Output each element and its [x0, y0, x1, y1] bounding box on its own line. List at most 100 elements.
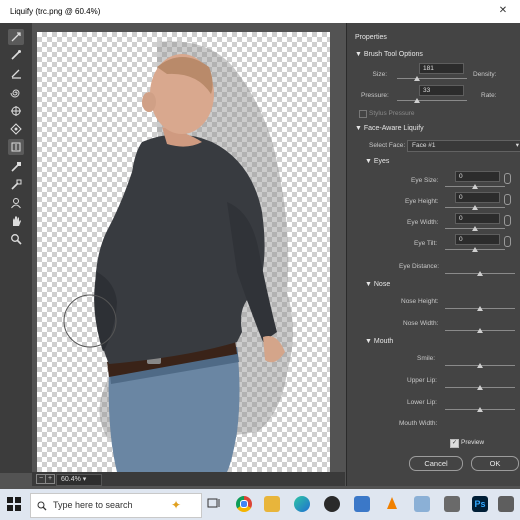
window-title: Liquify (trc.png @ 60.4%) [10, 7, 101, 16]
task-view-icon[interactable] [206, 496, 222, 512]
eye-size-slider-thumb[interactable] [472, 184, 478, 189]
eye-tilt-slider-thumb[interactable] [472, 247, 478, 252]
density-label: Density: [473, 71, 497, 78]
eye-width-label: Eye Width: [407, 219, 439, 226]
bloat-tool-icon[interactable] [8, 121, 24, 137]
paint-icon[interactable] [414, 496, 430, 512]
panel-title: Properties [355, 34, 387, 41]
zoom-level-value: 60.4% [61, 476, 81, 483]
stylus-pressure-label: Stylus Pressure [369, 110, 415, 117]
nose-width-label: Nose Width: [403, 320, 439, 327]
image-canvas[interactable] [37, 32, 330, 472]
eye-width-input[interactable]: 0 [455, 213, 500, 224]
file-explorer-icon[interactable] [264, 496, 280, 512]
chevron-down-icon: ▾ [515, 142, 519, 149]
size-label: Size: [372, 71, 387, 78]
app-icon[interactable] [444, 496, 460, 512]
eyes-header[interactable]: ▼ Eyes [365, 158, 389, 165]
eye-tilt-input[interactable]: 0 [455, 234, 500, 245]
window-title-bar: Liquify (trc.png @ 60.4%) ✕ [0, 0, 520, 23]
mouth-width-label: Mouth Width: [399, 420, 438, 427]
pucker-tool-icon[interactable] [8, 103, 24, 119]
hand-tool-icon[interactable] [8, 213, 24, 229]
lower-lip-slider-thumb[interactable] [477, 407, 483, 412]
face-aware-section-header[interactable]: ▼ Face-Aware Liquify [355, 125, 424, 132]
zoom-level-dropdown[interactable]: 60.4% ▾ [56, 474, 102, 486]
vlc-icon[interactable] [384, 496, 400, 512]
eye-distance-slider-thumb[interactable] [477, 271, 483, 276]
taskbar-search-box[interactable]: Type here to search ✦ [30, 493, 202, 518]
eye-width-slider-thumb[interactable] [472, 226, 478, 231]
media-icon[interactable] [498, 496, 514, 512]
mail-icon[interactable] [354, 496, 370, 512]
search-icon [37, 494, 47, 517]
zoom-tool-icon[interactable] [8, 231, 24, 247]
push-left-tool-icon[interactable] [8, 139, 24, 155]
sparkle-icon: ✦ [171, 498, 182, 512]
canvas-area [32, 23, 345, 473]
select-face-label: Select Face: [369, 142, 406, 149]
smile-slider-thumb[interactable] [477, 363, 483, 368]
obs-icon[interactable] [324, 496, 340, 512]
eye-distance-label: Eye Distance: [399, 263, 440, 270]
edge-icon[interactable] [294, 496, 310, 512]
close-window-button[interactable]: ✕ [490, 3, 516, 19]
thaw-mask-tool-icon[interactable] [8, 177, 24, 193]
eye-tilt-label: Eye Tilt: [414, 240, 438, 247]
face-tool-icon[interactable] [8, 195, 24, 211]
link-eye-tilt-icon[interactable] [504, 236, 511, 247]
smooth-tool-icon[interactable] [8, 65, 24, 81]
photoshop-icon[interactable]: Ps [472, 496, 488, 512]
smile-label: Smile: [417, 355, 436, 362]
upper-lip-label: Upper Lip: [407, 377, 437, 384]
nose-height-slider-thumb[interactable] [477, 306, 483, 311]
eye-height-slider-thumb[interactable] [472, 205, 478, 210]
photo-illustration [63, 41, 293, 472]
eye-size-input[interactable]: 0 [455, 171, 500, 182]
pressure-input[interactable]: 33 [419, 85, 464, 96]
zoom-in-button[interactable]: + [45, 474, 55, 484]
mouth-label: Mouth [373, 338, 394, 345]
lower-lip-label: Lower Lip: [407, 399, 437, 406]
pressure-label: Pressure: [361, 92, 389, 99]
link-eye-size-icon[interactable] [504, 173, 511, 184]
tools-panel [0, 23, 33, 473]
brush-section-label: Brush Tool Options [363, 51, 423, 58]
mouth-header[interactable]: ▼ Mouth [365, 338, 393, 345]
pressure-slider[interactable] [397, 100, 467, 101]
eye-height-input[interactable]: 0 [455, 192, 500, 203]
twirl-tool-icon[interactable] [8, 85, 24, 101]
brush-section-header[interactable]: ▼ Brush Tool Options [355, 51, 423, 58]
windows-taskbar: Type here to search ✦ Ps [0, 489, 520, 520]
nose-label: Nose [373, 281, 391, 288]
size-input[interactable]: 181 [419, 63, 464, 74]
select-face-dropdown[interactable]: Face #1 ▾ [407, 140, 520, 152]
windows-start-icon[interactable] [7, 497, 21, 511]
rate-label: Rate: [481, 92, 497, 99]
ok-button[interactable]: OK [471, 456, 519, 471]
eyes-label: Eyes [373, 158, 390, 165]
size-slider[interactable] [397, 78, 467, 79]
preview-label: Preview [461, 439, 485, 446]
stylus-pressure-checkbox[interactable] [359, 110, 367, 118]
size-slider-thumb[interactable] [414, 76, 420, 81]
freeze-mask-tool-icon[interactable] [8, 159, 24, 175]
eye-height-label: Eye Height: [405, 198, 439, 205]
link-eye-width-icon[interactable] [504, 215, 511, 226]
cancel-button[interactable]: Cancel [409, 456, 463, 471]
nose-header[interactable]: ▼ Nose [365, 281, 390, 288]
nose-height-label: Nose Height: [401, 298, 439, 305]
select-face-value: Face #1 [412, 142, 436, 149]
properties-panel: Properties ▼ Brush Tool Options Size: 18… [346, 23, 520, 486]
preview-checkbox[interactable]: ✓ [450, 439, 459, 448]
forward-warp-tool-icon[interactable] [8, 29, 24, 45]
reconstruct-tool-icon[interactable] [8, 47, 24, 63]
chrome-icon[interactable] [236, 496, 252, 512]
face-aware-section-label: Face-Aware Liquify [363, 125, 424, 132]
nose-width-slider-thumb[interactable] [477, 328, 483, 333]
search-placeholder: Type here to search [53, 500, 133, 510]
upper-lip-slider-thumb[interactable] [477, 385, 483, 390]
link-eye-height-icon[interactable] [504, 194, 511, 205]
eye-size-label: Eye Size: [411, 177, 439, 184]
pressure-slider-thumb[interactable] [414, 98, 420, 103]
